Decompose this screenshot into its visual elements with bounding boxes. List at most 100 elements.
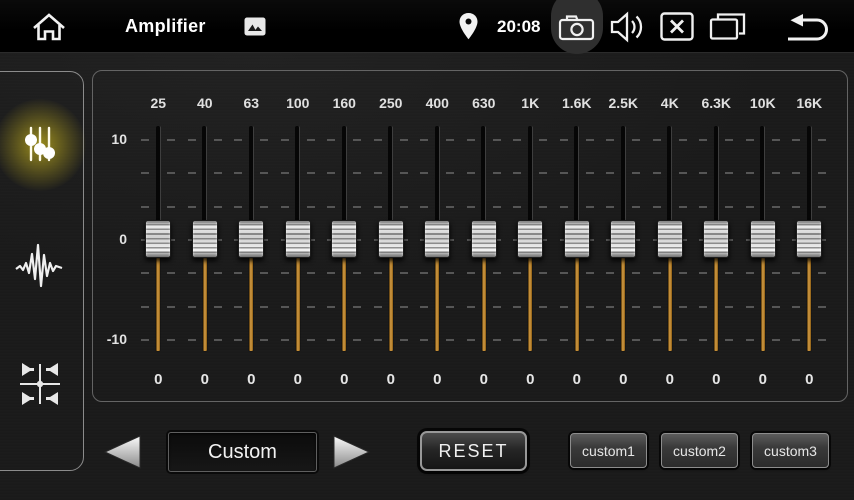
scale-min-label: -10 [93, 330, 127, 348]
recent-apps-button[interactable] [709, 11, 746, 42]
eq-band: 160 0 [321, 71, 368, 403]
band-slider-track[interactable] [647, 126, 694, 351]
band-slider-track[interactable] [368, 126, 415, 351]
slider-knob[interactable] [378, 220, 404, 258]
band-slider-track[interactable] [414, 126, 461, 351]
eq-band: 6.3K 0 [693, 71, 740, 403]
slider-knob[interactable] [471, 220, 497, 258]
band-gain-value: 0 [600, 371, 647, 388]
eq-band: 63 0 [228, 71, 275, 403]
slider-knob[interactable] [703, 220, 729, 258]
eq-band: 630 0 [461, 71, 508, 403]
eq-band: 250 0 [368, 71, 415, 403]
eq-band: 400 0 [414, 71, 461, 403]
band-gain-value: 0 [321, 371, 368, 388]
band-slider-track[interactable] [786, 126, 833, 351]
band-gain-value: 0 [554, 371, 601, 388]
page-title: Amplifier [125, 0, 206, 53]
scale-max-label: 10 [93, 130, 127, 148]
custom2-button[interactable]: custom2 [661, 433, 738, 468]
eq-band: 25 0 [135, 71, 182, 403]
clock: 20:08 [497, 0, 540, 53]
band-frequency-label: 630 [461, 95, 508, 111]
home-icon [29, 10, 69, 44]
band-slider-track[interactable] [275, 126, 322, 351]
slider-knob[interactable] [517, 220, 543, 258]
band-frequency-label: 400 [414, 95, 461, 111]
home-button[interactable] [29, 10, 69, 44]
preset-next-button[interactable] [330, 433, 374, 474]
preset-selector[interactable]: Custom [168, 432, 317, 472]
band-frequency-label: 1K [507, 95, 554, 111]
screenshot-button[interactable] [558, 13, 596, 41]
custom3-button[interactable]: custom3 [752, 433, 829, 468]
volume-button[interactable] [609, 11, 644, 43]
close-app-button[interactable] [660, 12, 694, 41]
band-gain-value: 0 [414, 371, 461, 388]
band-slider-track[interactable] [135, 126, 182, 351]
arrow-right-icon [330, 459, 374, 474]
slider-knob[interactable] [331, 220, 357, 258]
slider-knob[interactable] [145, 220, 171, 258]
volume-icon [609, 11, 644, 43]
arrow-left-icon [100, 459, 144, 474]
band-frequency-label: 10K [740, 95, 787, 111]
band-gain-value: 0 [786, 371, 833, 388]
close-icon [660, 12, 694, 41]
preset-prev-button[interactable] [100, 433, 144, 474]
slider-knob[interactable] [285, 220, 311, 258]
reset-button[interactable]: RESET [420, 431, 527, 471]
back-return-icon [784, 12, 830, 42]
slider-knob[interactable] [610, 220, 636, 258]
eq-band: 1.6K 0 [554, 71, 601, 403]
amplifier-screen: Amplifier 20:08 [0, 0, 854, 500]
eq-band: 4K 0 [647, 71, 694, 403]
slider-knob[interactable] [238, 220, 264, 258]
band-gain-value: 0 [461, 371, 508, 388]
eq-bands: 25 0 40 0 63 0 100 0 [135, 71, 833, 403]
band-slider-track[interactable] [461, 126, 508, 351]
location-button[interactable] [458, 12, 479, 41]
band-frequency-label: 100 [275, 95, 322, 111]
band-slider-track[interactable] [740, 126, 787, 351]
slider-knob[interactable] [424, 220, 450, 258]
eq-band: 100 0 [275, 71, 322, 403]
band-slider-track[interactable] [554, 126, 601, 351]
band-gain-value: 0 [693, 371, 740, 388]
slider-knob[interactable] [796, 220, 822, 258]
band-slider-track[interactable] [321, 126, 368, 351]
band-slider-track[interactable] [507, 126, 554, 351]
eq-band: 10K 0 [740, 71, 787, 403]
band-slider-track[interactable] [182, 126, 229, 351]
band-frequency-label: 160 [321, 95, 368, 111]
eq-band: 1K 0 [507, 71, 554, 403]
band-frequency-label: 6.3K [693, 95, 740, 111]
sidebar-item-sound-effect[interactable] [8, 236, 72, 300]
equalizer-panel: 10 0 -10 25 0 40 0 63 0 100 [92, 70, 848, 402]
slider-knob[interactable] [192, 220, 218, 258]
band-gain-value: 0 [507, 371, 554, 388]
band-frequency-label: 40 [182, 95, 229, 111]
band-frequency-label: 250 [368, 95, 415, 111]
band-slider-track[interactable] [600, 126, 647, 351]
sidebar-item-balance-fader[interactable] [8, 353, 72, 417]
custom1-button[interactable]: custom1 [570, 433, 647, 468]
band-frequency-label: 25 [135, 95, 182, 111]
band-frequency-label: 63 [228, 95, 275, 111]
slider-knob[interactable] [564, 220, 590, 258]
back-button[interactable] [784, 12, 830, 42]
band-slider-track[interactable] [693, 126, 740, 351]
scale-mid-label: 0 [93, 230, 127, 248]
band-slider-track[interactable] [228, 126, 275, 351]
band-frequency-label: 2.5K [600, 95, 647, 111]
slider-knob[interactable] [657, 220, 683, 258]
band-gain-value: 0 [275, 371, 322, 388]
band-gain-value: 0 [182, 371, 229, 388]
speaker-balance-icon [14, 398, 66, 413]
slider-knob[interactable] [750, 220, 776, 258]
recent-apps-icon [709, 11, 746, 42]
gallery-button[interactable] [244, 17, 266, 36]
location-pin-icon [458, 12, 479, 41]
eq-band: 16K 0 [786, 71, 833, 403]
sidebar-item-equalizer[interactable] [8, 113, 72, 177]
